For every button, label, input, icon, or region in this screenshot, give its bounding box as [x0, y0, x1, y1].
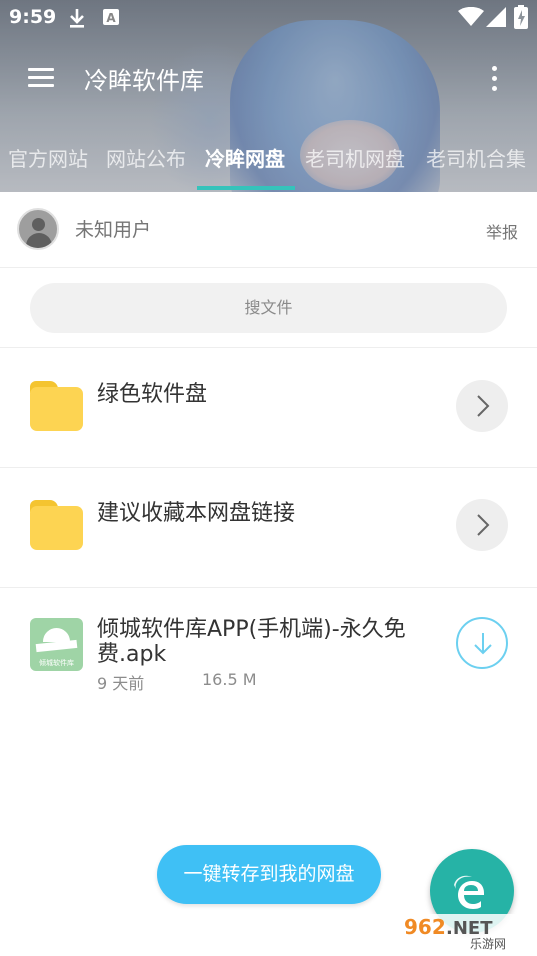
list-item-apk[interactable]: 倾城软件库 倾城软件库APP(手机端)-永久免费.apk 9 天前 16.5 M: [0, 588, 537, 698]
user-row: 未知用户 举报: [0, 192, 537, 268]
tab-lengmou-drive[interactable]: 冷眸网盘: [205, 143, 285, 172]
apk-file-icon: 倾城软件库: [30, 618, 83, 671]
folder-icon: [30, 381, 83, 431]
item-title: 绿色软件盘: [97, 382, 208, 407]
watermark-logo: 962 .NET 乐游网: [398, 910, 532, 952]
tab-indicator: [197, 186, 295, 190]
download-icon: [68, 7, 86, 33]
svg-text:乐游网: 乐游网: [470, 937, 506, 951]
status-time: 9:59: [9, 6, 57, 28]
a-badge-icon: A: [103, 9, 119, 29]
search-input[interactable]: 搜文件: [30, 283, 507, 333]
screen: 9:59 A 冷眸软件库 官方网站 网站公布 冷眸网盘 老司机网盘 老司机合集 …: [0, 0, 537, 956]
tab-bar: 官方网站 网站公布 冷眸网盘 老司机网盘 老司机合集: [0, 138, 537, 178]
user-name: 未知用户: [75, 219, 152, 241]
signal-icon: [486, 7, 506, 31]
app-title: 冷眸软件库: [84, 67, 204, 95]
tab-laosiji-drive[interactable]: 老司机网盘: [305, 143, 405, 172]
wifi-icon: [458, 6, 484, 31]
file-size: 16.5 M: [202, 670, 257, 689]
item-title: 倾城软件库APP(手机端)-永久免费.apk: [97, 617, 406, 667]
tab-laosiji-collection[interactable]: 老司机合集: [426, 143, 526, 172]
folder-icon: [30, 500, 83, 550]
chevron-right-icon[interactable]: [456, 499, 508, 551]
svg-text:A: A: [106, 11, 116, 25]
file-date: 9 天前: [97, 674, 145, 693]
tab-official-site[interactable]: 官方网站: [8, 143, 88, 172]
avatar[interactable]: [17, 208, 59, 250]
battery-charging-icon: [514, 5, 528, 33]
tab-site-notice[interactable]: 网站公布: [106, 143, 186, 172]
download-icon[interactable]: [456, 617, 508, 669]
toolbar: 冷眸软件库: [0, 50, 537, 106]
report-link[interactable]: 举报: [486, 219, 518, 243]
chevron-right-icon[interactable]: [456, 380, 508, 432]
save-to-my-drive-button[interactable]: 一键转存到我的网盘: [157, 845, 381, 904]
list-item-folder-bookmark[interactable]: 建议收藏本网盘链接: [0, 468, 537, 587]
more-vertical-icon[interactable]: [484, 64, 504, 94]
menu-icon[interactable]: [26, 66, 56, 90]
item-title: 建议收藏本网盘链接: [97, 501, 296, 526]
svg-text:962: 962: [404, 915, 446, 939]
svg-text:.NET: .NET: [446, 918, 493, 939]
status-bar: 9:59 A: [0, 0, 537, 36]
list-item-folder-green-software[interactable]: 绿色软件盘: [0, 348, 537, 467]
